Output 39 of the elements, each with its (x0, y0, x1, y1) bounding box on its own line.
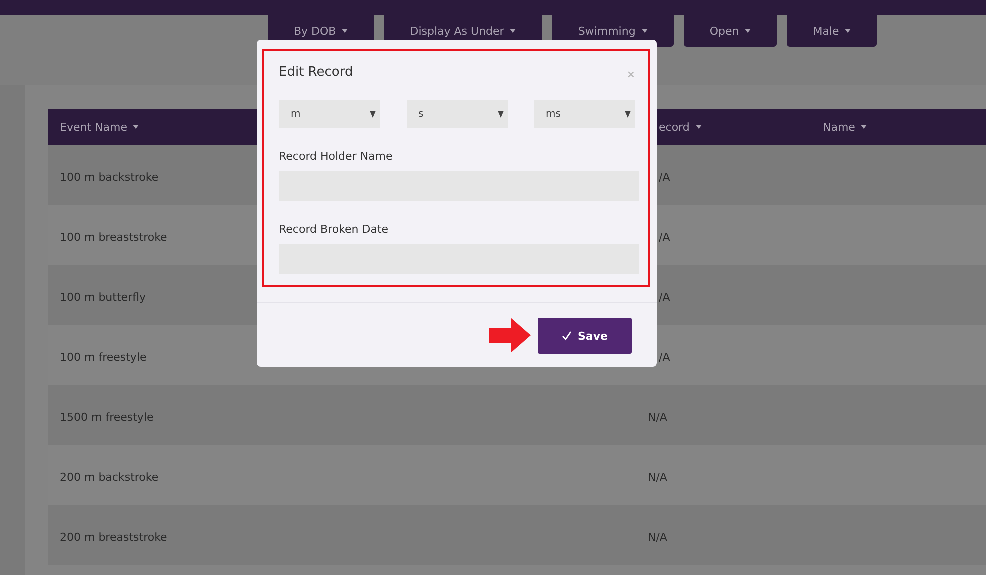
arrow-icon (489, 318, 531, 353)
column-header[interactable]: Name (823, 120, 868, 134)
table-cell: /A (659, 230, 670, 244)
time-select[interactable]: s (406, 100, 508, 128)
table-cell: 1500 m freestyle (60, 410, 154, 424)
time-select[interactable]: m (279, 100, 380, 128)
caret-icon (342, 29, 348, 33)
column-header[interactable]: ecord (659, 120, 702, 134)
field-label: Record Broken Date (279, 223, 390, 236)
table-cell: 100 m butterfly (60, 290, 146, 304)
caret-icon (845, 29, 852, 33)
save-button[interactable]: Save (538, 318, 632, 354)
table-cell: /A (659, 350, 670, 364)
dropdown-arrow-icon (370, 110, 376, 118)
table-cell: N/A (648, 410, 668, 424)
table-cell: 200 m breaststroke (60, 530, 168, 544)
column-header[interactable]: Event Name (60, 120, 140, 134)
table-cell: /A (659, 290, 670, 304)
table-cell: N/A (648, 530, 668, 544)
field-label: Record Holder Name (279, 150, 394, 163)
filter-dropdown[interactable]: Open (684, 15, 778, 47)
filter-dropdown[interactable]: Male (787, 15, 878, 47)
caret-icon (696, 125, 702, 129)
caret-icon (642, 29, 648, 33)
table-cell: 100 m backstroke (60, 170, 159, 184)
table-cell: /A (659, 170, 670, 184)
caret-icon (133, 125, 140, 129)
table-cell: 100 m breaststroke (60, 230, 168, 244)
checkmark-icon (562, 331, 572, 341)
table-cell: 100 m freestyle (60, 350, 147, 364)
time-select[interactable]: ms (534, 100, 635, 128)
dropdown-arrow-icon (625, 110, 631, 118)
table-cell: N/A (648, 470, 668, 484)
caret-icon (510, 29, 516, 33)
table-cell: 200 m backstroke (60, 470, 159, 484)
dropdown-arrow-icon (498, 110, 504, 118)
caret-icon (861, 125, 868, 129)
caret-icon (745, 29, 752, 33)
dialog-title: Edit Record (279, 65, 354, 80)
